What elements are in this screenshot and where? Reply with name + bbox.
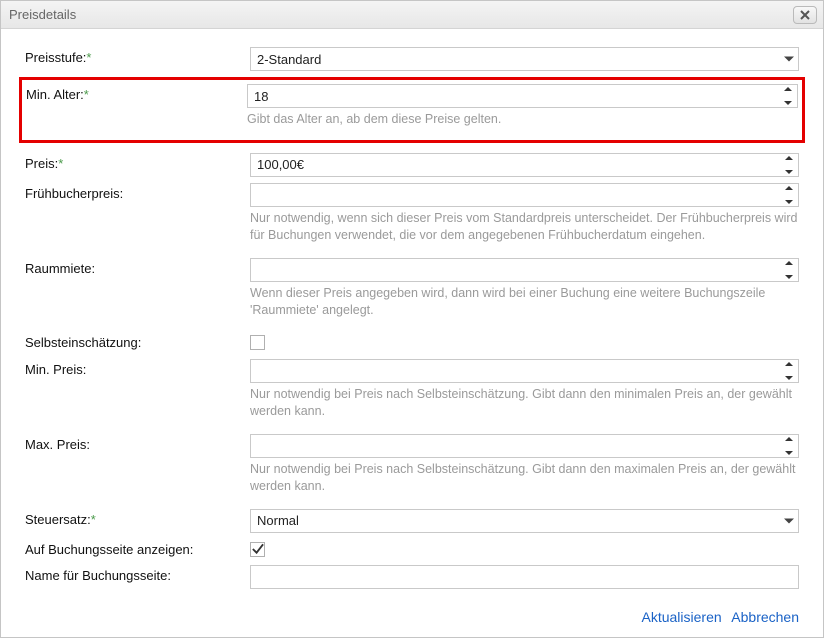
label-raummiete: Raummiete: <box>25 258 250 276</box>
row-min-preis: Min. Preis: Nur notwendig bei Preis nach… <box>25 359 799 428</box>
spin-down-icon[interactable] <box>785 170 793 174</box>
spin-down-icon[interactable] <box>785 451 793 455</box>
auf-buchungsseite-checkbox[interactable] <box>250 542 265 557</box>
spin-down-icon[interactable] <box>785 200 793 204</box>
row-max-preis: Max. Preis: Nur notwendig bei Preis nach… <box>25 434 799 503</box>
chevron-down-icon <box>784 57 794 62</box>
row-auf-buchungsseite: Auf Buchungsseite anzeigen: <box>25 539 799 560</box>
max-preis-spinner[interactable] <box>250 434 799 458</box>
steuersatz-select[interactable]: Normal <box>250 509 799 533</box>
min-alter-spinner[interactable]: 18 <box>247 84 798 108</box>
spin-up-icon[interactable] <box>785 437 793 441</box>
row-steuersatz: Steuersatz:* Normal <box>25 509 799 533</box>
spin-down-icon[interactable] <box>784 101 792 105</box>
label-fruehbucherpreis: Frühbucherpreis: <box>25 183 250 201</box>
name-buchungsseite-input-wrap <box>250 565 799 589</box>
min-preis-spinner[interactable] <box>250 359 799 383</box>
spin-up-icon[interactable] <box>785 362 793 366</box>
label-min-alter: Min. Alter:* <box>26 84 247 102</box>
row-name-buchungsseite: Name für Buchungsseite: <box>25 565 799 589</box>
row-selbsteinschaetzung: Selbsteinschätzung: <box>25 332 799 353</box>
close-button[interactable] <box>793 6 817 24</box>
check-icon <box>251 542 264 556</box>
spin-up-icon[interactable] <box>784 87 792 91</box>
row-raummiete: Raummiete: Wenn dieser Preis angegeben w… <box>25 258 799 327</box>
label-name-buchungsseite: Name für Buchungsseite: <box>25 565 250 583</box>
chevron-down-icon <box>784 518 794 523</box>
help-min-preis: Nur notwendig bei Preis nach Selbsteinsc… <box>250 386 799 420</box>
name-buchungsseite-input[interactable] <box>251 566 798 588</box>
dialog-titlebar: Preisdetails <box>1 1 823 29</box>
dialog-body: Preisstufe:* 2-Standard Min. Alter:* 18 <box>1 29 823 605</box>
label-min-preis: Min. Preis: <box>25 359 250 377</box>
dialog-footer: Aktualisieren Abbrechen <box>1 605 823 637</box>
row-fruehbucherpreis: Frühbucherpreis: Nur notwendig, wenn sic… <box>25 183 799 252</box>
label-preis: Preis:* <box>25 153 250 171</box>
highlight-min-alter: Min. Alter:* 18 Gibt das Alter an, ab de… <box>19 77 805 143</box>
help-fruehbucherpreis: Nur notwendig, wenn sich dieser Preis vo… <box>250 210 799 244</box>
row-preis: Preis:* 100,00€ <box>25 153 799 177</box>
spin-down-icon[interactable] <box>785 376 793 380</box>
help-max-preis: Nur notwendig bei Preis nach Selbsteinsc… <box>250 461 799 495</box>
preisstufe-select[interactable]: 2-Standard <box>250 47 799 71</box>
preis-spinner[interactable]: 100,00€ <box>250 153 799 177</box>
close-icon <box>800 10 810 20</box>
help-min-alter: Gibt das Alter an, ab dem diese Preise g… <box>247 111 798 128</box>
fruehbucherpreis-spinner[interactable] <box>250 183 799 207</box>
spin-up-icon[interactable] <box>785 261 793 265</box>
spin-down-icon[interactable] <box>785 275 793 279</box>
raummiete-spinner[interactable] <box>250 258 799 282</box>
row-min-alter: Min. Alter:* 18 Gibt das Alter an, ab de… <box>26 84 798 136</box>
cancel-link[interactable]: Abbrechen <box>731 609 799 625</box>
selbsteinschaetzung-checkbox[interactable] <box>250 335 265 350</box>
spin-up-icon[interactable] <box>785 156 793 160</box>
label-selbsteinschaetzung: Selbsteinschätzung: <box>25 332 250 350</box>
spin-up-icon[interactable] <box>785 186 793 190</box>
help-raummiete: Wenn dieser Preis angegeben wird, dann w… <box>250 285 799 319</box>
row-preisstufe: Preisstufe:* 2-Standard <box>25 47 799 71</box>
label-max-preis: Max. Preis: <box>25 434 250 452</box>
price-details-dialog: Preisdetails Preisstufe:* 2-Standard Min… <box>0 0 824 638</box>
label-steuersatz: Steuersatz:* <box>25 509 250 527</box>
update-link[interactable]: Aktualisieren <box>642 609 722 625</box>
label-preisstufe: Preisstufe:* <box>25 47 250 65</box>
dialog-title: Preisdetails <box>9 7 76 22</box>
label-auf-buchungsseite: Auf Buchungsseite anzeigen: <box>25 539 250 557</box>
